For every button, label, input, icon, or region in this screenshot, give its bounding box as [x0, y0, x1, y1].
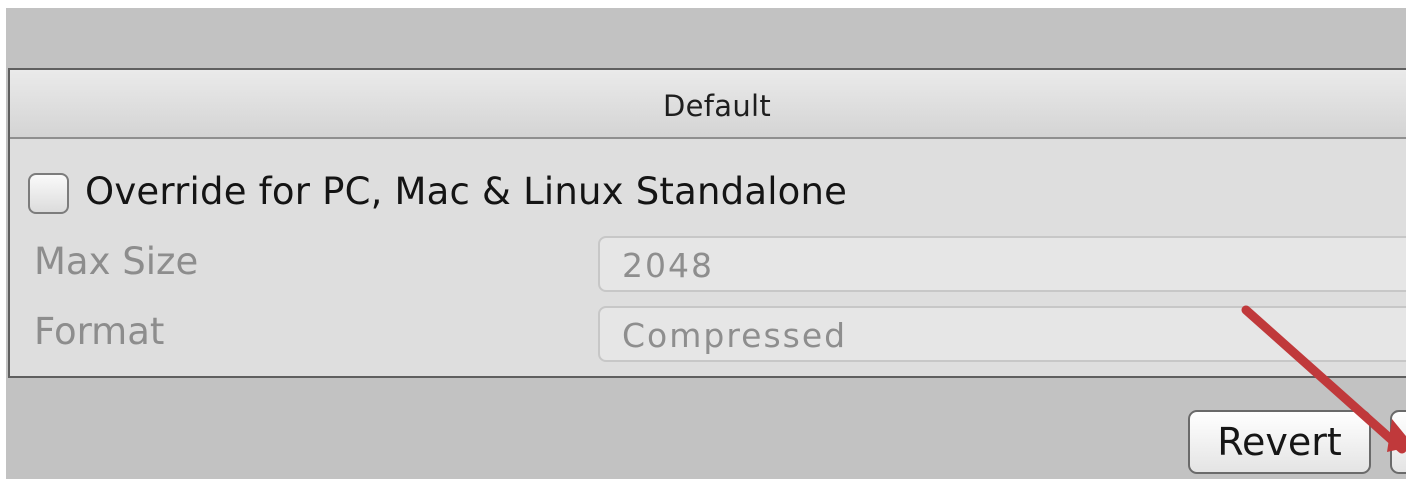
- max-size-dropdown[interactable]: 2048: [598, 236, 1406, 292]
- max-size-value: 2048: [622, 246, 714, 285]
- tab-default[interactable]: Default: [10, 70, 1406, 139]
- import-settings-area: Default Override for PC, Mac & Linux Sta…: [6, 8, 1406, 479]
- format-value: Compressed: [622, 316, 848, 355]
- override-checkbox[interactable]: [28, 173, 69, 214]
- platform-settings-panel: Default Override for PC, Mac & Linux Sta…: [8, 68, 1406, 378]
- format-dropdown[interactable]: Compressed: [598, 306, 1406, 362]
- format-label: Format: [34, 310, 165, 353]
- max-size-label: Max Size: [34, 240, 199, 283]
- override-label: Override for PC, Mac & Linux Standalone: [85, 170, 848, 213]
- tab-default-label: Default: [663, 89, 772, 123]
- revert-button[interactable]: Revert: [1188, 410, 1371, 474]
- apply-button[interactable]: [1390, 410, 1406, 474]
